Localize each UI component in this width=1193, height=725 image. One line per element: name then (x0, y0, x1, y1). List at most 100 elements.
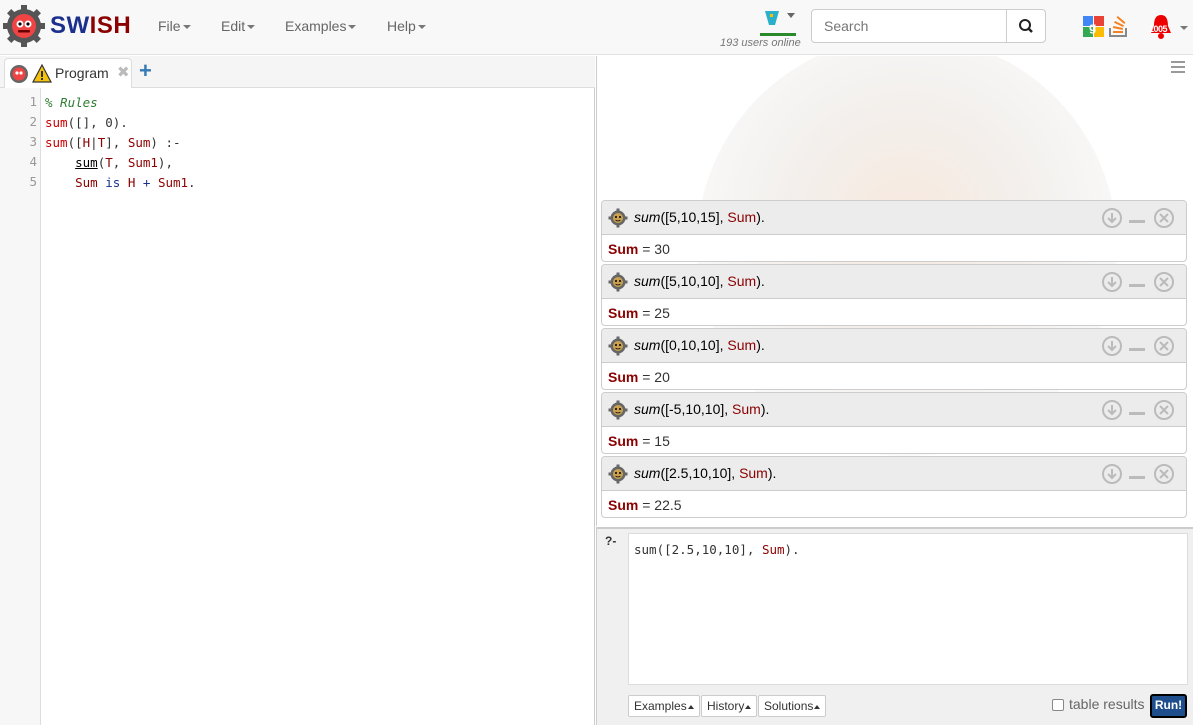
line-number: 5 (29, 174, 37, 189)
tab-program[interactable]: Program ✖ (4, 58, 132, 88)
caret-down-icon (182, 25, 191, 30)
close-icon[interactable]: ✖ (117, 63, 130, 81)
close-icon[interactable] (1154, 400, 1174, 420)
result-query: sum([5,10,10], Sum). (634, 273, 765, 289)
minimize-icon[interactable] (1129, 220, 1145, 223)
query-editor[interactable]: sum([2.5,10,10], Sum). (628, 533, 1188, 685)
result-query: sum([2.5,10,10], Sum). (634, 465, 776, 481)
query-area: ?- sum([2.5,10,10], Sum). Examples Histo… (596, 527, 1193, 725)
download-icon[interactable] (1102, 208, 1122, 228)
result-answer-var: Sum (608, 369, 639, 385)
query-text-var: Sum (761, 542, 785, 557)
result-query-args: ([0,10,10], (660, 337, 728, 353)
result-controls (1102, 464, 1174, 484)
close-icon[interactable] (1154, 272, 1174, 292)
add-tab-button[interactable]: + (139, 58, 152, 84)
result-query-var: Sum (727, 337, 757, 353)
code-line-2: sum([], 0). (45, 113, 196, 133)
caret-up-icon (687, 704, 694, 709)
code-line-1: % Rules (45, 93, 196, 113)
examples-button[interactable]: Examples (628, 695, 700, 717)
caret-down-icon (348, 25, 357, 30)
result-query-end: ). (767, 465, 777, 481)
result-answer-var: Sum (608, 305, 639, 321)
history-button[interactable]: History (701, 695, 758, 717)
code-line-4: sum(T, Sum1), (45, 153, 196, 173)
download-icon[interactable] (1102, 464, 1122, 484)
close-icon[interactable] (1154, 336, 1174, 356)
hamburger-menu-icon[interactable] (1171, 60, 1185, 74)
result-answer: Sum = 15 (608, 433, 670, 449)
result-answer: Sum = 22.5 (608, 497, 682, 513)
program-code[interactable]: % Rules sum([], 0). sum([H|T], Sum) :- s… (45, 93, 196, 193)
code-var: Sum1 (157, 175, 189, 190)
result-query-pred: sum (634, 401, 661, 417)
minimize-icon[interactable] (1129, 476, 1145, 479)
line-number: 4 (29, 154, 37, 169)
result-query-var: Sum (727, 273, 757, 289)
svg-text:g: g (1089, 20, 1096, 34)
result-header: sum([5,10,10], Sum). (602, 265, 1186, 299)
run-button[interactable]: Run! (1150, 694, 1187, 718)
warning-icon (32, 64, 52, 83)
result-header: sum([-5,10,10], Sum). (602, 393, 1186, 427)
swish-tab-icon (10, 65, 28, 83)
minimize-icon[interactable] (1129, 284, 1145, 287)
caret-down-icon (247, 25, 256, 30)
result-query-pred: sum (634, 273, 661, 289)
google-login-icon[interactable]: g (1083, 14, 1105, 38)
search-input[interactable] (811, 9, 1007, 43)
users-online-icon[interactable] (759, 9, 799, 37)
download-icon[interactable] (1102, 272, 1122, 292)
code-var: Sum (75, 175, 98, 190)
stackoverflow-icon[interactable] (1107, 14, 1131, 38)
brand-title[interactable]: SWISH (50, 12, 131, 40)
code-keyword: is (105, 175, 121, 190)
result-query-var: Sum (739, 465, 768, 481)
code-var: Sum (127, 135, 151, 150)
code-comment: % Rules (45, 95, 98, 110)
code-punct: ([ (67, 135, 83, 150)
download-icon[interactable] (1102, 336, 1122, 356)
result-query-pred: sum (634, 465, 661, 481)
minimize-icon[interactable] (1129, 412, 1145, 415)
table-results-label: table results (1069, 696, 1145, 712)
result-answer: Sum = 20 (608, 369, 670, 385)
result-query: sum([5,10,15], Sum). (634, 209, 765, 225)
code-op: + (142, 175, 151, 190)
code-var: Sum1 (127, 155, 158, 170)
caret-down-icon (417, 25, 426, 30)
result-answer-value: = 25 (638, 305, 670, 321)
line-number: 3 (29, 134, 37, 149)
result-card: sum([2.5,10,10], Sum). Sum = 22.5 (601, 456, 1187, 518)
notifications-button[interactable]: 1005 (1148, 12, 1188, 44)
result-answer: Sum = 30 (608, 241, 670, 257)
caret-up-icon (814, 704, 821, 709)
menu-edit[interactable]: Edit (221, 18, 256, 34)
menu-help[interactable]: Help (387, 18, 426, 34)
result-query: sum([-5,10,10], Sum). (634, 401, 769, 417)
minimize-icon[interactable] (1129, 348, 1145, 351)
result-header: sum([0,10,10], Sum). (602, 329, 1186, 363)
code-var: T (105, 155, 113, 170)
caret-up-icon (745, 704, 752, 709)
code-line-5: Sum is H + Sum1. (45, 173, 195, 193)
menu-examples[interactable]: Examples (285, 18, 357, 34)
download-icon[interactable] (1102, 400, 1122, 420)
table-results-checkbox[interactable] (1052, 699, 1064, 711)
result-query-var: Sum (727, 209, 757, 225)
code-head: sum (45, 115, 68, 130)
result-answer-value: = 15 (638, 433, 670, 449)
search-button[interactable] (1006, 9, 1046, 43)
solutions-button-label: Solutions (764, 699, 814, 713)
menu-file[interactable]: File (158, 18, 191, 34)
results-area: sum([5,10,15], Sum). Sum = 30 sum([5,10,10… (596, 56, 1193, 526)
result-header: sum([2.5,10,10], Sum). (602, 457, 1186, 491)
result-answer: Sum = 25 (608, 305, 670, 321)
close-icon[interactable] (1154, 464, 1174, 484)
swish-logo-icon[interactable] (2, 4, 46, 48)
solutions-button[interactable]: Solutions (758, 695, 827, 717)
result-controls (1102, 272, 1174, 292)
close-icon[interactable] (1154, 208, 1174, 228)
query-text-post: ). (784, 542, 800, 557)
